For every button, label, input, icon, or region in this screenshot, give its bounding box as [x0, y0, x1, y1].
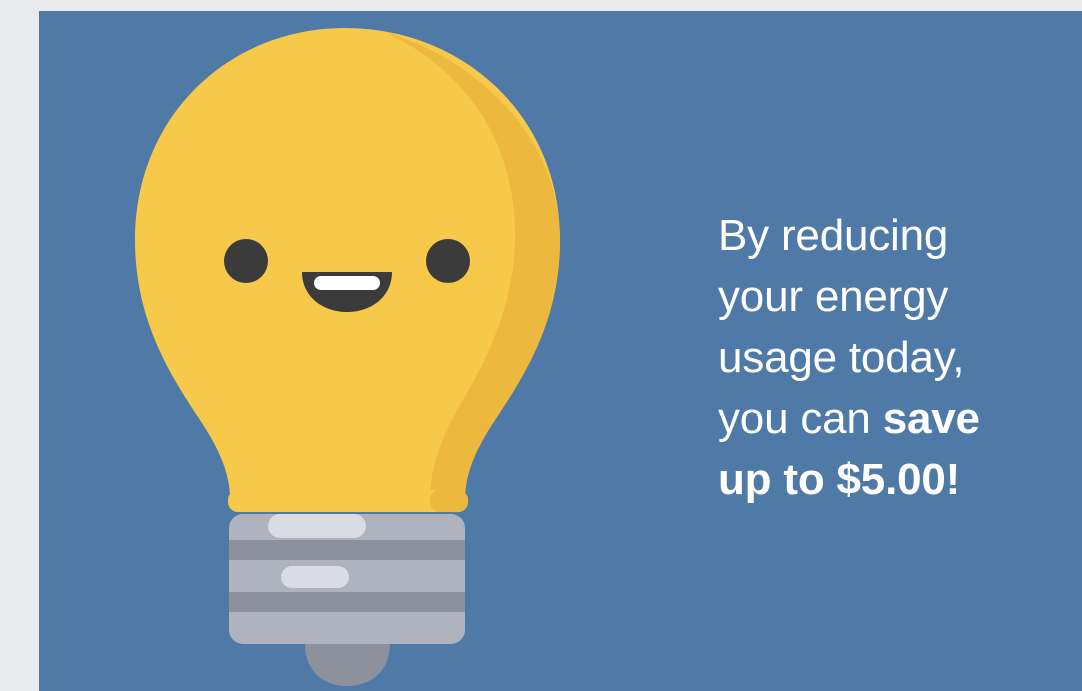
- smile-teeth: [314, 276, 380, 290]
- promo-line-2: your energy: [718, 272, 949, 321]
- right-eye: [426, 239, 470, 283]
- promo-save-emphasis: save: [882, 394, 980, 443]
- promo-line-1: By reducing: [718, 211, 949, 260]
- promo-line-4-regular: you can: [718, 394, 883, 443]
- promo-amount-emphasis: up to $5.00!: [718, 455, 961, 504]
- promo-line-4: you can save: [718, 388, 1058, 449]
- promo-line-5: up to $5.00!: [718, 449, 1058, 510]
- promo-line-3: usage today,: [718, 333, 965, 382]
- promo-message: By reducing your energy usage today, you…: [718, 205, 1058, 510]
- screw-base: [229, 514, 465, 686]
- slide-stage: By reducing your energy usage today, you…: [0, 0, 1082, 691]
- left-eye: [224, 239, 268, 283]
